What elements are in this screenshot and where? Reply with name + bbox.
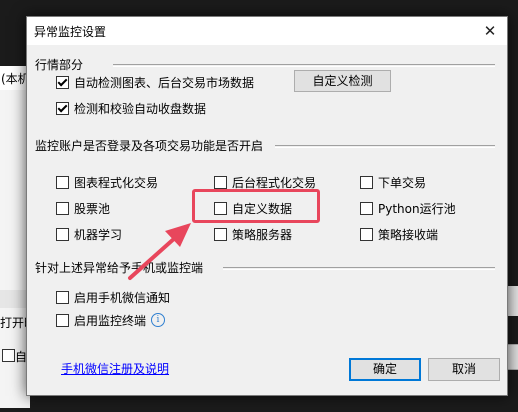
terminal-notify-label: 启用监控终端	[74, 313, 147, 328]
wechat-notify-checkbox[interactable]: 启用手机微信通知	[56, 289, 170, 305]
section-account-divider	[275, 145, 495, 148]
account-item-box[interactable]	[214, 175, 227, 189]
wechat-register-link[interactable]: 手机微信注册及说明	[61, 360, 169, 377]
account-item-label: 策略服务器	[232, 227, 293, 242]
highlight-box	[192, 189, 320, 223]
info-icon[interactable]: i	[151, 313, 165, 327]
account-item-label: 后台程式化交易	[232, 175, 317, 190]
account-item-strategy-receiver[interactable]: 策略接收端	[360, 226, 438, 242]
account-item-label: 策略接收端	[378, 227, 439, 242]
close-button[interactable]: ✕	[479, 20, 501, 42]
background-panel-right	[507, 286, 518, 316]
account-item-machine-learning[interactable]: 机器学习	[56, 226, 122, 242]
account-item-strategy-server[interactable]: 策略服务器	[214, 226, 292, 242]
cancel-button[interactable]: 取消	[428, 358, 500, 381]
section-notify-divider	[223, 267, 495, 270]
account-item-label: 下单交易	[378, 175, 427, 190]
verify-checkbox[interactable]: 检测和校验自动收盘数据	[56, 100, 206, 116]
section-market-title: 行情部分	[35, 58, 84, 72]
custom-detect-button[interactable]: 自定义检测	[294, 70, 391, 92]
account-item-chart-trading[interactable]: 图表程式化交易	[56, 174, 158, 190]
background-checkbox[interactable]	[2, 349, 15, 362]
close-icon: ✕	[483, 22, 497, 40]
auto-detect-checkbox[interactable]: 自动检测图表、后台交易市场数据	[56, 74, 254, 90]
background-button-right[interactable]	[507, 344, 518, 370]
terminal-notify-box[interactable]	[56, 313, 69, 327]
account-item-box[interactable]	[56, 227, 69, 241]
account-item-label: 股票池	[74, 201, 111, 216]
account-item-label: 图表程式化交易	[74, 175, 159, 190]
section-market-divider	[113, 64, 495, 67]
account-item-box[interactable]	[360, 227, 373, 241]
account-item-box[interactable]	[360, 201, 373, 215]
account-item-order-trading[interactable]: 下单交易	[360, 174, 426, 190]
dialog-title: 异常监控设置	[34, 25, 107, 39]
dialog-titlebar: 异常监控设置 ✕	[27, 17, 507, 45]
verify-box[interactable]	[56, 101, 69, 115]
section-account-title: 监控账户是否登录及各项交易功能是否开启	[35, 139, 264, 153]
wechat-notify-label: 启用手机微信通知	[74, 290, 171, 305]
account-item-label: Python运行池	[378, 201, 456, 216]
wechat-notify-box[interactable]	[56, 290, 69, 304]
auto-detect-box[interactable]	[56, 75, 69, 89]
account-item-stock-pool[interactable]: 股票池	[56, 200, 110, 216]
account-item-python-pool[interactable]: Python运行池	[360, 200, 456, 216]
account-item-label: 机器学习	[74, 227, 123, 242]
auto-detect-label: 自动检测图表、后台交易市场数据	[74, 75, 255, 90]
account-item-backend-trading[interactable]: 后台程式化交易	[214, 174, 316, 190]
ok-button[interactable]: 确定	[349, 358, 421, 381]
account-item-box[interactable]	[56, 175, 69, 189]
background-text-open: 打开时	[0, 316, 29, 330]
section-notify-title: 针对上述异常给予手机或监控端	[35, 261, 204, 275]
verify-label: 检测和校验自动收盘数据	[74, 101, 207, 116]
account-item-box[interactable]	[214, 227, 227, 241]
account-item-box[interactable]	[360, 175, 373, 189]
account-item-box[interactable]	[56, 201, 69, 215]
terminal-notify-checkbox[interactable]: 启用监控终端	[56, 312, 146, 328]
settings-dialog: 异常监控设置 ✕ 行情部分 自动检测图表、后台交易市场数据 自定义检测 检测和校…	[26, 16, 508, 396]
